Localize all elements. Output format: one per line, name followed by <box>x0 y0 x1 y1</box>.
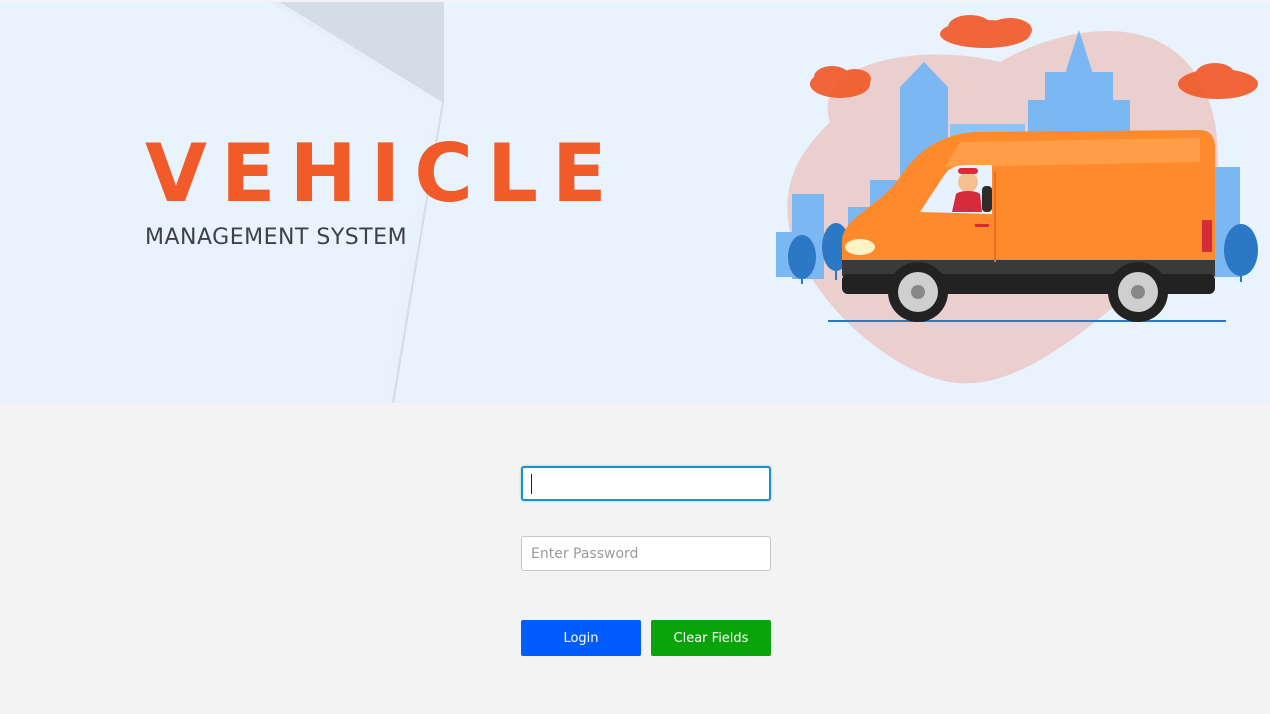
password-input[interactable] <box>521 536 771 571</box>
login-button[interactable]: Login <box>521 620 641 656</box>
header-banner: VEHICLE MANAGEMENT SYSTEM <box>0 2 1270 403</box>
delivery-van-illustration <box>776 15 1258 384</box>
clear-fields-button[interactable]: Clear Fields <box>651 620 771 656</box>
text-cursor <box>531 474 532 494</box>
brand-subtitle: MANAGEMENT SYSTEM <box>145 225 408 250</box>
username-input[interactable] <box>521 466 771 501</box>
brand-title: VEHICLE <box>145 127 621 220</box>
